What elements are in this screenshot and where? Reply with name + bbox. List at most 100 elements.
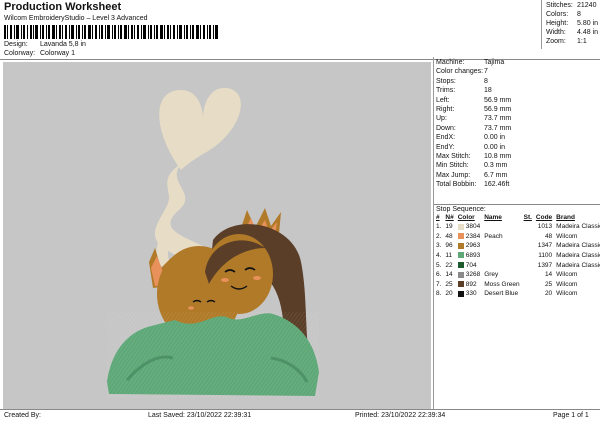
machine-info-label: Max Stitch: bbox=[436, 153, 471, 160]
row-num: 1. bbox=[436, 223, 442, 231]
machine-info-row: Stops: 8 bbox=[436, 78, 488, 85]
width-label: Width: bbox=[546, 29, 566, 36]
height-value: 5.80 in bbox=[577, 20, 599, 27]
row-name bbox=[482, 251, 521, 261]
thread-number: 330 bbox=[465, 290, 477, 298]
machine-info-value: 7 bbox=[484, 68, 488, 76]
height-label: Height: bbox=[546, 20, 569, 27]
color-swatch bbox=[457, 281, 464, 288]
stop-sequence-row: 4.11 6893 1100Madeira Classic 40 bbox=[434, 251, 600, 261]
row-code: 14 bbox=[544, 271, 553, 279]
row-code: 1347 bbox=[537, 242, 553, 250]
color-swatch bbox=[457, 242, 464, 249]
row-brand: Madeira Classic 40 bbox=[556, 223, 600, 231]
machine-info-value: 10.8 mm bbox=[484, 153, 512, 160]
row-num: 6. bbox=[436, 271, 442, 279]
row-brand: Madeira Classic 40 bbox=[556, 261, 600, 269]
machine-info-row: Down: 73.7 mm bbox=[436, 124, 511, 132]
embroidery-design-image bbox=[107, 87, 319, 398]
row-name bbox=[482, 241, 521, 251]
row-brand: Wilcom bbox=[556, 271, 578, 279]
row-code: 1397 bbox=[537, 261, 553, 269]
machine-info-label: EndY: bbox=[436, 143, 455, 151]
page-title: Production Worksheet bbox=[4, 1, 122, 13]
col-brand: Brand bbox=[556, 214, 575, 221]
stop-sequence-row: 5.22 704 1397Madeira Classic 40 bbox=[434, 260, 600, 270]
row-name bbox=[482, 222, 521, 232]
row-name bbox=[482, 260, 521, 270]
machine-info-row: Max Stitch: 10.8 mm bbox=[436, 153, 511, 160]
row-st bbox=[522, 270, 534, 280]
row-st bbox=[522, 280, 534, 290]
row-st bbox=[522, 232, 534, 242]
machine-info-row: Min Stitch: 0.3 mm bbox=[436, 162, 507, 170]
color-swatch bbox=[457, 233, 464, 240]
stitches-label: Stitches: bbox=[546, 2, 573, 9]
machine-info-label: Trims: bbox=[436, 87, 456, 95]
row-color: 330 bbox=[456, 289, 482, 299]
machine-info-value: 6.7 mm bbox=[484, 171, 508, 179]
machine-info-row: Right: 56.9 mm bbox=[436, 106, 511, 113]
col-num: # bbox=[436, 214, 440, 221]
stop-sequence-title: Stop Sequence: bbox=[436, 206, 486, 213]
design-label: Design: bbox=[4, 41, 28, 48]
color-swatch bbox=[457, 290, 464, 297]
col-code: Code bbox=[535, 214, 553, 221]
machine-info-label: Max Jump: bbox=[436, 171, 471, 179]
row-n: 25 bbox=[445, 280, 453, 288]
colors-label: Colors: bbox=[546, 11, 569, 18]
row-color: 704 bbox=[456, 260, 482, 270]
design-value: Lavanda 5,8 in bbox=[40, 41, 86, 48]
machine-info-label: Up: bbox=[436, 115, 447, 123]
stop-sequence-row: 2. 48 2384 Peach 48 Wilcom bbox=[434, 232, 600, 242]
machine-info-row: Max Jump: 6.7 mm bbox=[436, 171, 507, 179]
machine-info-row: Trims: 18 bbox=[436, 87, 492, 95]
row-code: 1013 bbox=[537, 223, 553, 231]
design-preview bbox=[3, 62, 431, 409]
row-st bbox=[522, 222, 534, 232]
row-color: 3268 bbox=[456, 270, 482, 280]
stop-sequence-row: 6. 14 3268 Grey 14 Wilcom bbox=[434, 270, 600, 280]
machine-info-label: Left: bbox=[436, 96, 450, 104]
software-subtitle: Wilcom EmbroideryStudio – Level 3 Advanc… bbox=[4, 15, 148, 22]
color-swatch bbox=[457, 271, 464, 278]
machine-info-row: Up: 73.7 mm bbox=[436, 115, 511, 123]
stop-sequence-row: 8. 20 330 Desert Blue 20 Wilcom bbox=[434, 289, 600, 299]
machine-info-label: Min Stitch: bbox=[436, 162, 469, 170]
machine-info-value: 162.46ft bbox=[484, 181, 510, 189]
machine-info-label: EndX: bbox=[436, 134, 456, 142]
stop-sequence-row: 7. 25 892 Moss Green 25 Wilcom bbox=[434, 280, 600, 290]
machine-info-value: 8 bbox=[484, 77, 488, 85]
page-number: Page 1 of 1 bbox=[553, 412, 589, 419]
machine-info-label: Down: bbox=[436, 124, 456, 132]
row-code: 20 bbox=[544, 290, 553, 298]
machine-info-label: Right: bbox=[436, 106, 455, 113]
col-name: Name bbox=[484, 214, 502, 221]
machine-info-row: Machine: Tajima bbox=[436, 59, 504, 66]
printed-date: Printed: 23/10/2022 22:39:34 bbox=[355, 412, 446, 419]
colorway-label: Colorway: bbox=[4, 50, 36, 57]
color-swatch bbox=[457, 223, 464, 230]
thread-number: 892 bbox=[465, 280, 477, 288]
color-swatch bbox=[457, 261, 464, 268]
row-name: Grey bbox=[484, 271, 499, 279]
row-color: 2963 bbox=[456, 241, 482, 251]
machine-info-row: Total Bobbin: 162.46ft bbox=[436, 181, 509, 188]
row-n: 22 bbox=[445, 261, 453, 269]
thread-number: 2384 bbox=[465, 232, 481, 240]
colors-value: 8 bbox=[577, 11, 581, 18]
thread-number: 3268 bbox=[465, 271, 481, 279]
stop-sequence: Stop Sequence: # N# Color Name St. Code … bbox=[434, 204, 600, 299]
row-st bbox=[522, 260, 534, 270]
thread-number: 704 bbox=[465, 261, 477, 269]
created-by: Created By: bbox=[4, 412, 41, 419]
machine-info-value: 0.3 mm bbox=[484, 162, 508, 170]
machine-info-row: EndY: 0.00 in bbox=[436, 143, 505, 151]
row-brand: Madeira Classic 40 bbox=[556, 252, 600, 260]
row-color: 3804 bbox=[456, 222, 482, 232]
colorway-value: Colorway 1 bbox=[40, 50, 76, 57]
thread-number: 6893 bbox=[465, 252, 481, 260]
row-color: 6893 bbox=[456, 251, 482, 261]
row-color: 892 bbox=[456, 280, 482, 290]
width-value: 4.48 in bbox=[577, 29, 599, 36]
